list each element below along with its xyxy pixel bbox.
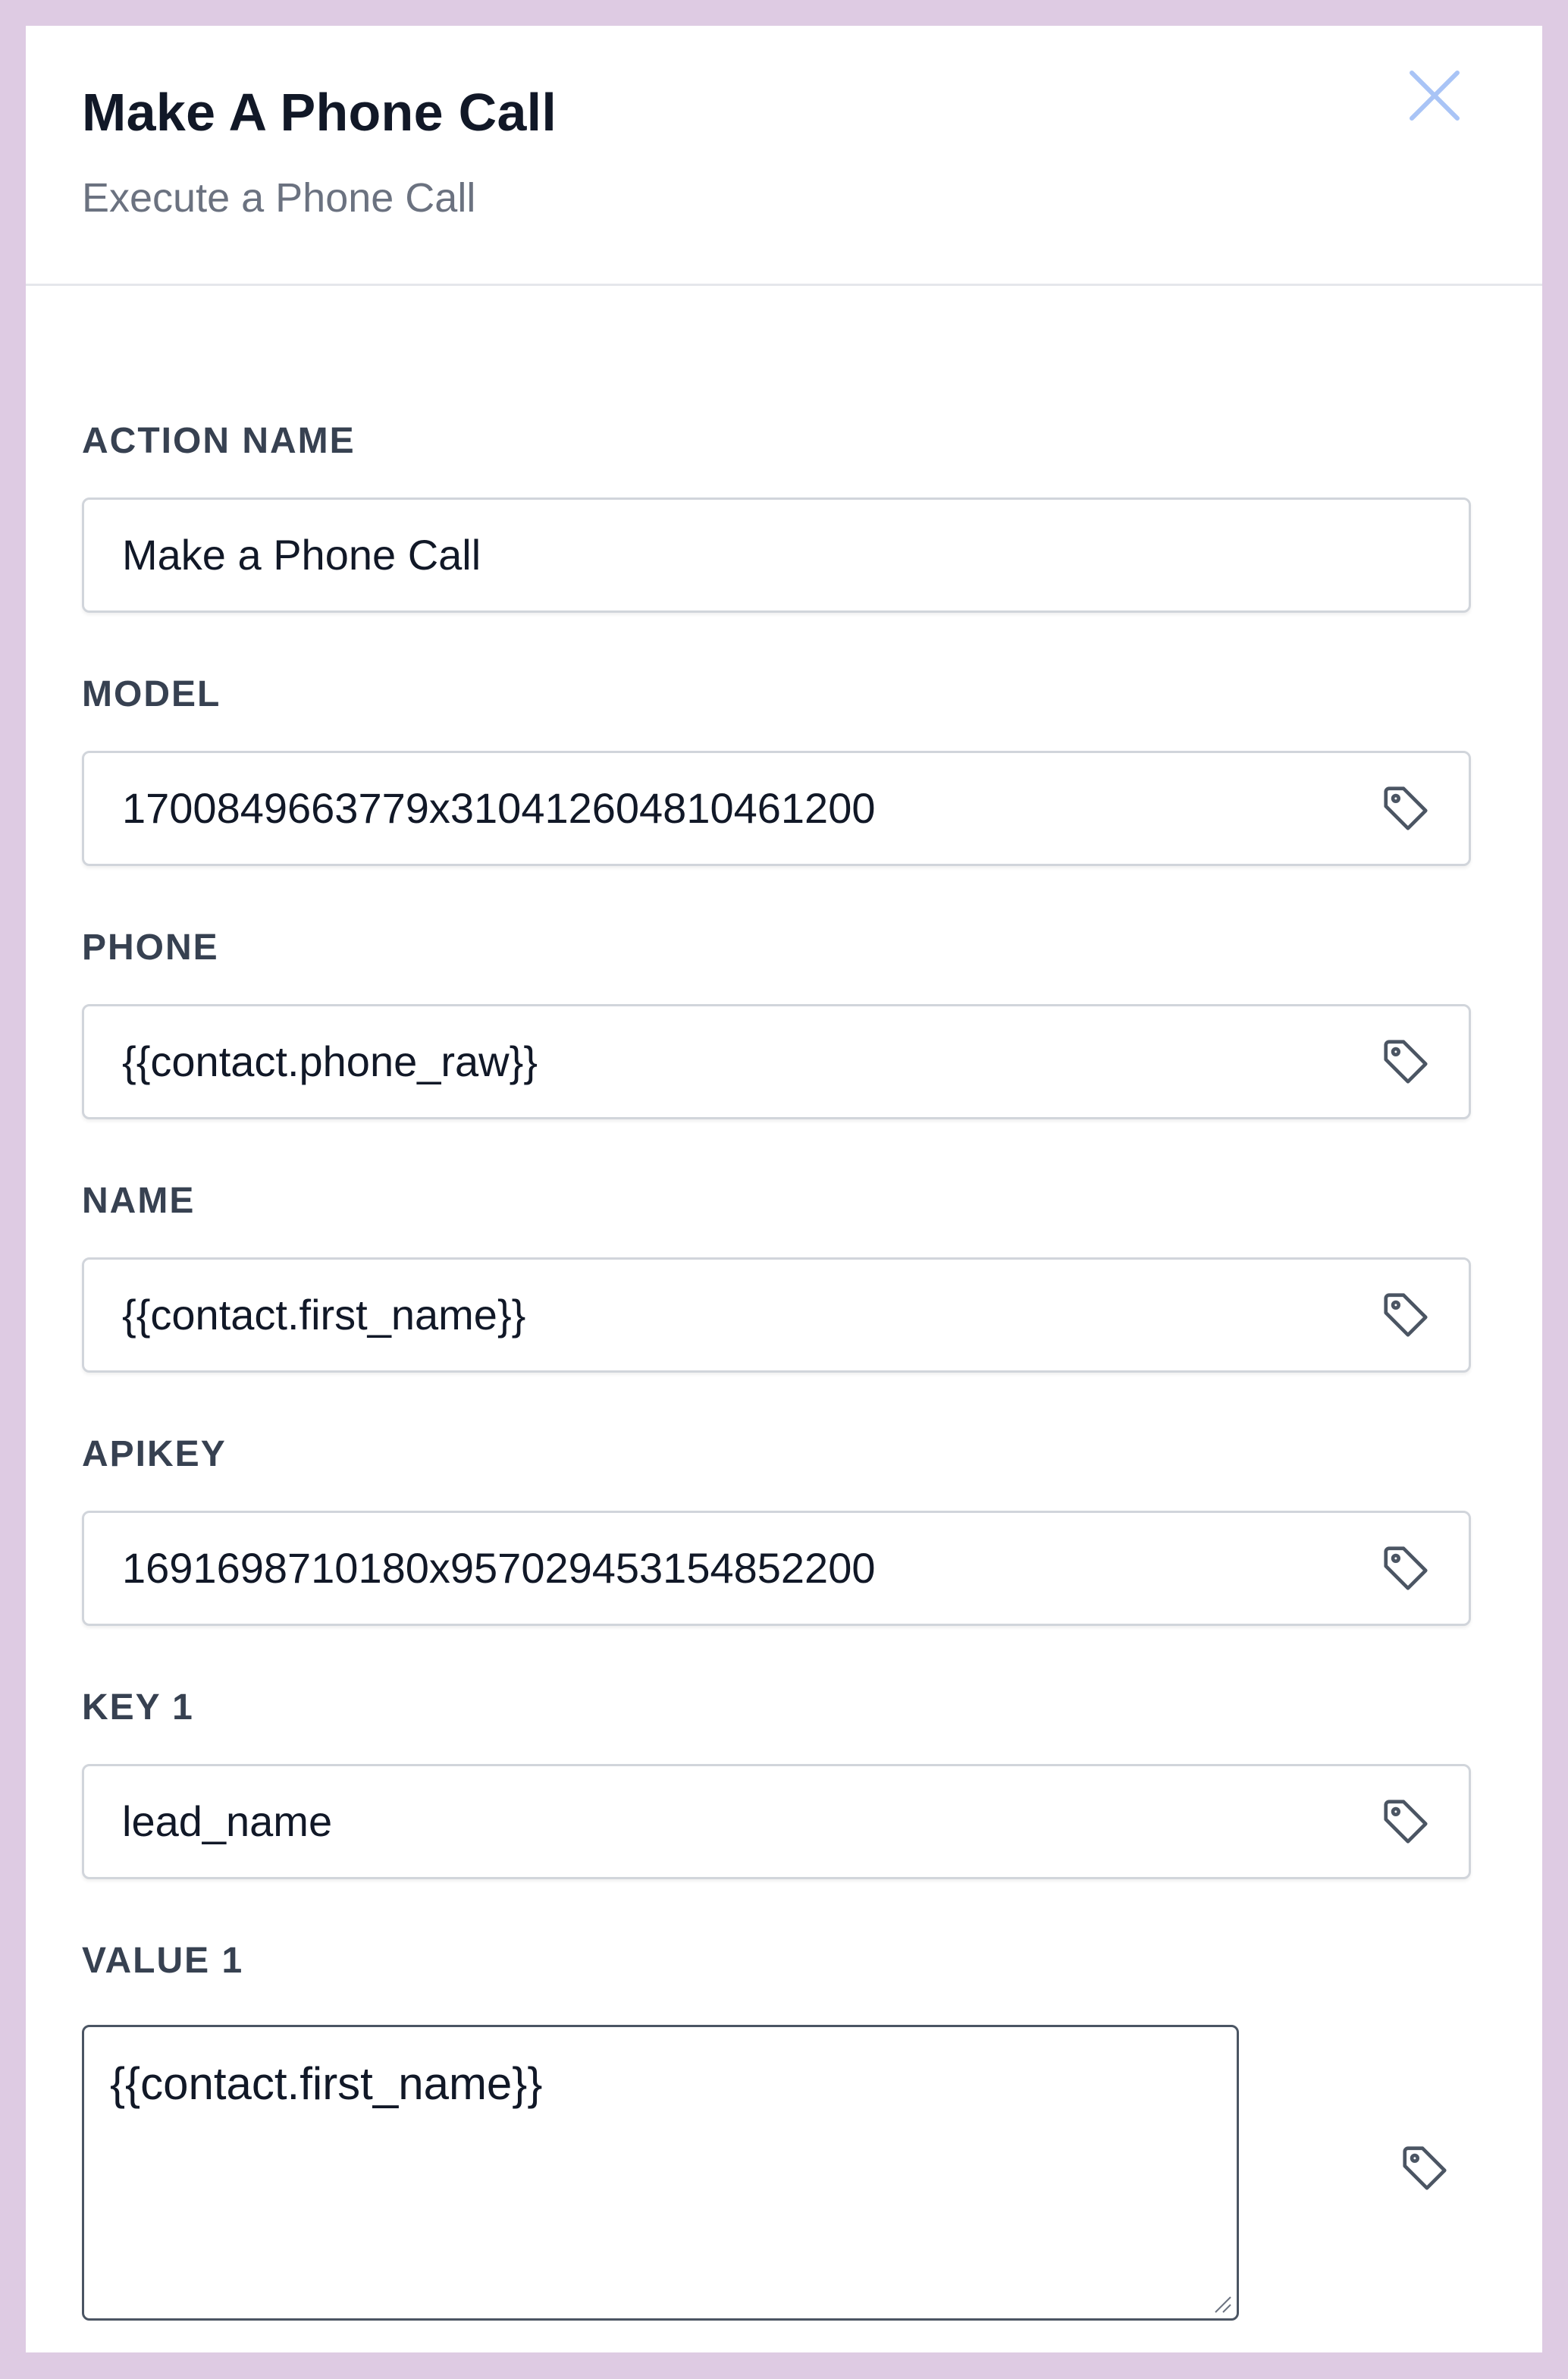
resize-handle-icon[interactable] — [1211, 2293, 1234, 2315]
model-input[interactable]: 1700849663779x310412604810461200 — [82, 751, 1471, 866]
field-label: NAME — [82, 1181, 196, 1221]
field-label: ACTION NAME — [82, 421, 356, 461]
input-value: {{contact.first_name}} — [122, 1291, 526, 1339]
tag-icon[interactable] — [1398, 2142, 1451, 2195]
key-1-input[interactable]: lead_name — [82, 1764, 1471, 1879]
panel-title: Make A Phone Call — [82, 83, 557, 142]
panel-subtitle: Execute a Phone Call — [82, 175, 476, 221]
phone-input[interactable]: {{contact.phone_raw}} — [82, 1004, 1471, 1119]
apikey-input[interactable]: 1691698710180x957029453154852200 — [82, 1511, 1471, 1626]
action-name-input[interactable]: Make a Phone Call — [82, 497, 1471, 613]
panel-header: Make A Phone Call Execute a Phone Call — [26, 26, 1542, 286]
tag-icon[interactable] — [1379, 1288, 1432, 1342]
tag-icon[interactable] — [1379, 1542, 1432, 1595]
field-label: PHONE — [82, 927, 219, 968]
textarea-value: {{contact.first_name}} — [110, 2058, 543, 2109]
input-value: 1700849663779x310412604810461200 — [122, 784, 876, 832]
field-label: APIKEY — [82, 1434, 227, 1474]
value-1-textarea[interactable]: {{contact.first_name}} — [82, 2025, 1239, 2321]
tag-icon[interactable] — [1379, 1035, 1432, 1088]
tag-icon[interactable] — [1379, 782, 1432, 835]
tag-icon[interactable] — [1379, 1795, 1432, 1848]
input-value: 1691698710180x957029453154852200 — [122, 1544, 876, 1592]
input-value: Make a Phone Call — [122, 531, 481, 579]
input-value: {{contact.phone_raw}} — [122, 1037, 538, 1085]
field-label: MODEL — [82, 674, 221, 714]
input-value: lead_name — [122, 1797, 333, 1845]
field-label: KEY 1 — [82, 1687, 194, 1728]
close-icon — [1410, 71, 1460, 121]
name-input[interactable]: {{contact.first_name}} — [82, 1257, 1471, 1373]
field-label: VALUE 1 — [82, 1941, 244, 1981]
action-panel: Make A Phone Call Execute a Phone Call A… — [26, 26, 1542, 2352]
close-button[interactable] — [1404, 65, 1465, 126]
